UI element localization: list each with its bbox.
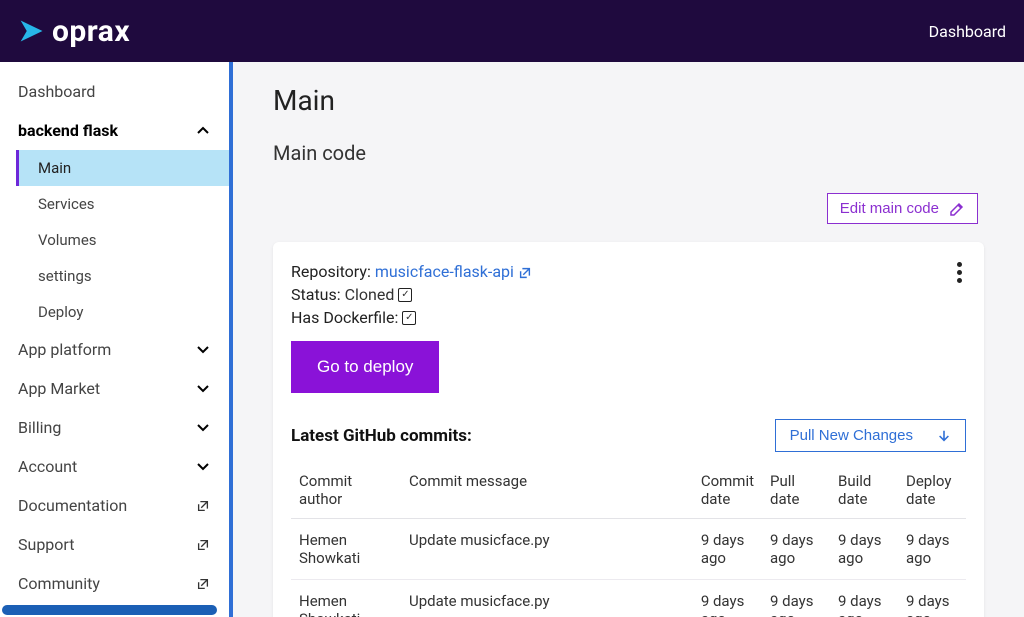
- button-label: Go to deploy: [317, 357, 413, 376]
- sidebar-item-label: Community: [18, 574, 100, 593]
- nav-dashboard-link[interactable]: Dashboard: [929, 22, 1006, 41]
- col-commit-date: Commit date: [693, 462, 762, 519]
- sidebar-item-settings[interactable]: settings: [16, 258, 229, 294]
- col-pull-date: Pull date: [762, 462, 830, 519]
- sidebar-item-main[interactable]: Main: [16, 150, 229, 186]
- cell-deploy-date: 9 days ago: [898, 519, 966, 580]
- chevron-down-icon: [195, 420, 211, 436]
- sidebar-item-dashboard[interactable]: Dashboard: [0, 72, 229, 111]
- pencil-icon: [949, 201, 965, 217]
- sidebar-item-app-platform[interactable]: App platform: [0, 330, 229, 369]
- sidebar-item-label: Support: [18, 535, 74, 554]
- kebab-menu-button[interactable]: [957, 262, 962, 283]
- pull-new-changes-button[interactable]: Pull New Changes: [775, 419, 966, 452]
- sidebar-item-app-market[interactable]: App Market: [0, 369, 229, 408]
- external-link-icon: [195, 576, 211, 592]
- sidebar-item-label: Billing: [18, 418, 61, 437]
- sidebar-item-deploy[interactable]: Deploy: [16, 294, 229, 330]
- sidebar: Dashboard backend flask Main Services Vo…: [0, 62, 233, 617]
- chevron-down-icon: [195, 342, 211, 358]
- cell-build-date: 9 days ago: [830, 519, 898, 580]
- col-author: Commit author: [291, 462, 401, 519]
- field-label: Status:: [291, 285, 341, 304]
- check-icon: ✓: [402, 311, 416, 325]
- sidebar-item-volumes[interactable]: Volumes: [16, 222, 229, 258]
- check-icon: ✓: [398, 288, 412, 302]
- cell-deploy-date: 9 days ago: [898, 580, 966, 617]
- sidebar-item-project[interactable]: backend flask: [0, 111, 229, 150]
- sidebar-item-label: Dashboard: [18, 82, 95, 101]
- sidebar-item-label: Main: [38, 159, 71, 177]
- repo-line-repository: Repository: musicface-flask-api: [291, 262, 966, 281]
- col-build-date: Build date: [830, 462, 898, 519]
- sidebar-item-label: App platform: [18, 340, 111, 359]
- sidebar-item-label: settings: [38, 267, 92, 285]
- button-label: Pull New Changes: [790, 427, 913, 444]
- col-deploy-date: Deploy date: [898, 462, 966, 519]
- repo-line-status: Status: Cloned ✓: [291, 285, 966, 304]
- sidebar-item-billing[interactable]: Billing: [0, 408, 229, 447]
- cell-commit-date: 9 days ago: [693, 519, 762, 580]
- repo-link[interactable]: musicface-flask-api: [375, 262, 514, 281]
- logo-icon: [18, 17, 46, 45]
- sidebar-item-documentation[interactable]: Documentation: [0, 486, 229, 525]
- sidebar-item-services[interactable]: Services: [16, 186, 229, 222]
- scrollbar-horizontal[interactable]: [2, 605, 217, 615]
- external-link-icon: [195, 498, 211, 514]
- cell-commit-date: 9 days ago: [693, 580, 762, 617]
- go-to-deploy-button[interactable]: Go to deploy: [291, 341, 439, 393]
- table-row: Hemen Showkati Update musicface.py 9 day…: [291, 519, 966, 580]
- page-subtitle: Main code: [273, 141, 984, 165]
- cell-pull-date: 9 days ago: [762, 519, 830, 580]
- sidebar-item-label: Deploy: [38, 303, 83, 321]
- brand-logo[interactable]: oprax: [18, 14, 130, 49]
- col-message: Commit message: [401, 462, 693, 519]
- chevron-down-icon: [195, 381, 211, 397]
- external-link-icon[interactable]: [518, 265, 532, 279]
- commits-table: Commit author Commit message Commit date…: [291, 462, 966, 617]
- sidebar-item-label: Account: [18, 457, 77, 476]
- sidebar-item-account[interactable]: Account: [0, 447, 229, 486]
- sidebar-item-community[interactable]: Community: [0, 564, 229, 603]
- table-header-row: Commit author Commit message Commit date…: [291, 462, 966, 519]
- cell-author: Hemen Showkati: [291, 519, 401, 580]
- status-value: Cloned: [345, 285, 395, 304]
- sidebar-item-label: App Market: [18, 379, 100, 398]
- sidebar-subitems: Main Services Volumes settings Deploy: [0, 150, 229, 330]
- sidebar-item-label: Documentation: [18, 496, 127, 515]
- chevron-down-icon: [195, 459, 211, 475]
- commits-title: Latest GitHub commits:: [291, 426, 472, 446]
- brand-name: oprax: [52, 14, 130, 49]
- edit-main-code-button[interactable]: Edit main code: [827, 193, 978, 224]
- field-label: Has Dockerfile:: [291, 308, 398, 327]
- button-label: Edit main code: [840, 200, 939, 217]
- cell-message: Update musicface.py: [401, 580, 693, 617]
- table-row: Hemen Showkati Update musicface.py 9 day…: [291, 580, 966, 617]
- cell-author: Hemen Showkati: [291, 580, 401, 617]
- cell-message: Update musicface.py: [401, 519, 693, 580]
- repo-line-dockerfile: Has Dockerfile: ✓: [291, 308, 966, 327]
- main-content: Main Main code Edit main code Repository…: [233, 62, 1024, 617]
- chevron-up-icon: [195, 123, 211, 139]
- sidebar-item-label: Services: [38, 195, 95, 213]
- cell-build-date: 9 days ago: [830, 580, 898, 617]
- sidebar-item-support[interactable]: Support: [0, 525, 229, 564]
- external-link-icon: [195, 537, 211, 553]
- field-label: Repository:: [291, 262, 371, 281]
- sidebar-item-label: Volumes: [38, 231, 97, 249]
- sidebar-item-label: backend flask: [18, 121, 118, 140]
- repo-card: Repository: musicface-flask-api Status: …: [273, 242, 984, 617]
- cell-pull-date: 9 days ago: [762, 580, 830, 617]
- top-nav: oprax Dashboard: [0, 0, 1024, 62]
- arrow-down-icon: [937, 429, 951, 443]
- page-title: Main: [273, 84, 984, 117]
